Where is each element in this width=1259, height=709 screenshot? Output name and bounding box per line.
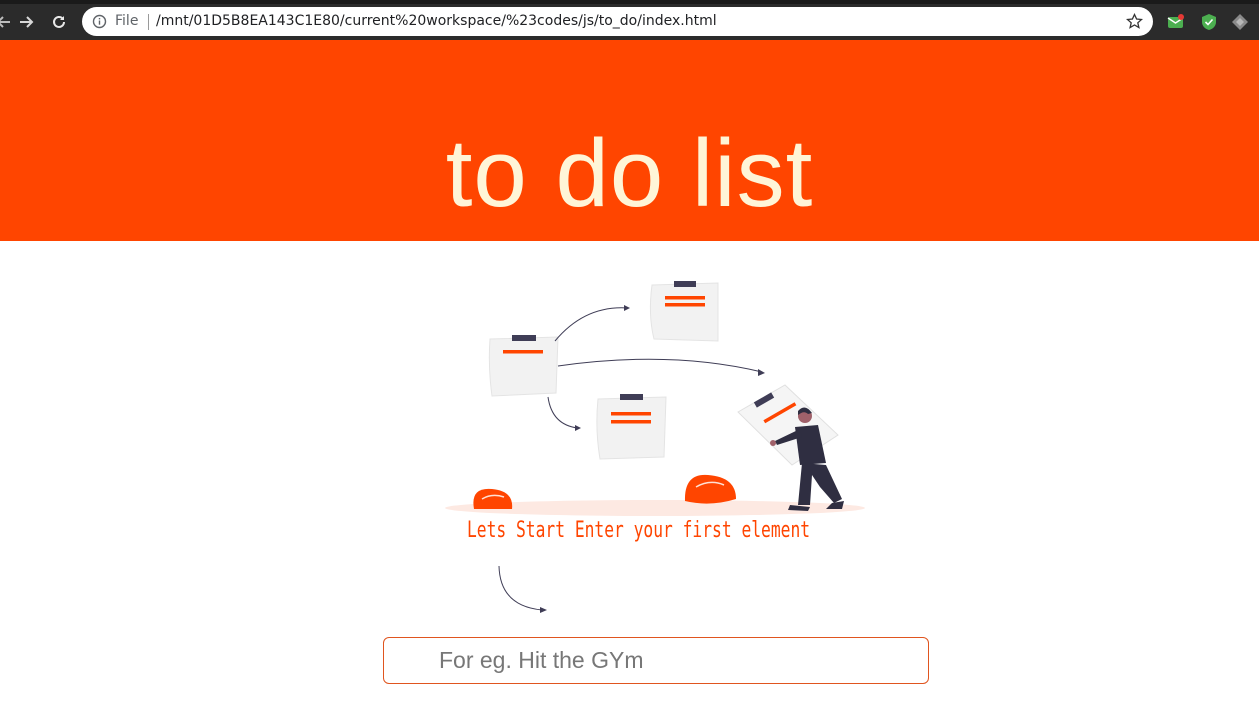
note-card-icon <box>596 394 667 460</box>
extension-icon[interactable] <box>1231 13 1249 31</box>
file-label: File <box>115 13 139 29</box>
note-card-icon <box>649 281 719 342</box>
address-bar[interactable]: File /mnt/01D5B8EA143C1E80/current%20wor… <box>82 7 1153 36</box>
note-card-icon <box>488 335 559 397</box>
blob-icon <box>473 488 513 509</box>
reload-icon[interactable] <box>47 10 71 34</box>
star-icon[interactable] <box>1125 12 1144 30</box>
page-header: to do list <box>0 40 1259 241</box>
tagline: Lets Start Enter your first element <box>467 518 811 543</box>
forward-icon[interactable] <box>14 10 38 34</box>
url-text[interactable]: /mnt/01D5B8EA143C1E80/current%20workspac… <box>156 13 717 29</box>
url-separator <box>148 14 149 30</box>
browser-toolbar: File /mnt/01D5B8EA143C1E80/current%20wor… <box>0 0 1259 40</box>
page-title: to do list <box>445 120 814 227</box>
blob-icon <box>684 474 736 504</box>
info-icon[interactable] <box>92 14 107 29</box>
todo-input[interactable] <box>383 637 929 684</box>
shield-icon[interactable] <box>1200 13 1218 31</box>
mail-extension-icon[interactable] <box>1167 13 1185 31</box>
todo-illustration <box>445 281 865 516</box>
arrow-down-icon <box>498 565 547 613</box>
